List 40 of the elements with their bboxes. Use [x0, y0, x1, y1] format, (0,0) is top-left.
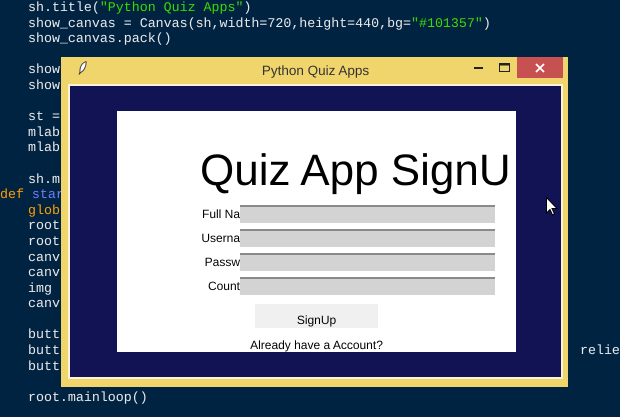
close-icon: [535, 62, 545, 72]
field-label: Full Na: [200, 206, 240, 220]
code-line: root: [28, 218, 60, 234]
input-field[interactable]: [240, 228, 495, 246]
code-line: butt: [28, 343, 60, 358]
code-text: relie: [580, 343, 620, 359]
code-line: canv: [28, 296, 60, 312]
heading: Quiz App SignU: [199, 145, 511, 197]
close-button[interactable]: [517, 57, 563, 78]
code-line: glob: [28, 202, 60, 218]
mouse-cursor-icon: [546, 197, 558, 216]
feather-icon: [78, 60, 88, 74]
input-field[interactable]: [240, 276, 495, 294]
account-link[interactable]: Already have a Account?: [250, 338, 383, 352]
code-line: mlab: [28, 124, 60, 140]
code-line: butt: [28, 327, 60, 342]
maximize-icon: [498, 63, 510, 72]
input-field[interactable]: [240, 204, 495, 222]
field-label: Passw: [204, 254, 240, 268]
code-line: canv: [28, 250, 60, 264]
code-line: st =: [28, 109, 60, 124]
signup-button[interactable]: SignUp: [255, 304, 378, 328]
code-line: sh.m: [28, 172, 60, 187]
code-line: canv: [28, 265, 60, 280]
code-line: show_canvas = Canvas(sh,width=720,height=440,bg="#101357"): [28, 16, 491, 31]
code-line: sh.title("Python Quiz Apps"): [28, 0, 252, 15]
code-line: show: [28, 62, 60, 78]
code-line: mlab: [28, 140, 60, 156]
input-field[interactable]: [240, 252, 495, 270]
code-line: img: [28, 280, 52, 296]
code-line: root.mainloop(): [28, 390, 148, 405]
minimize-icon: [474, 66, 482, 68]
field-label: Userna: [200, 230, 240, 244]
window-title: Python Quiz Apps: [260, 63, 370, 78]
code-line: butt: [28, 358, 60, 374]
code-line: show_canvas.pack(): [28, 31, 172, 46]
code-line: root: [28, 234, 60, 249]
field-label: Count: [206, 278, 240, 292]
code-line: def star: [0, 187, 64, 202]
code-line: show: [28, 78, 60, 93]
